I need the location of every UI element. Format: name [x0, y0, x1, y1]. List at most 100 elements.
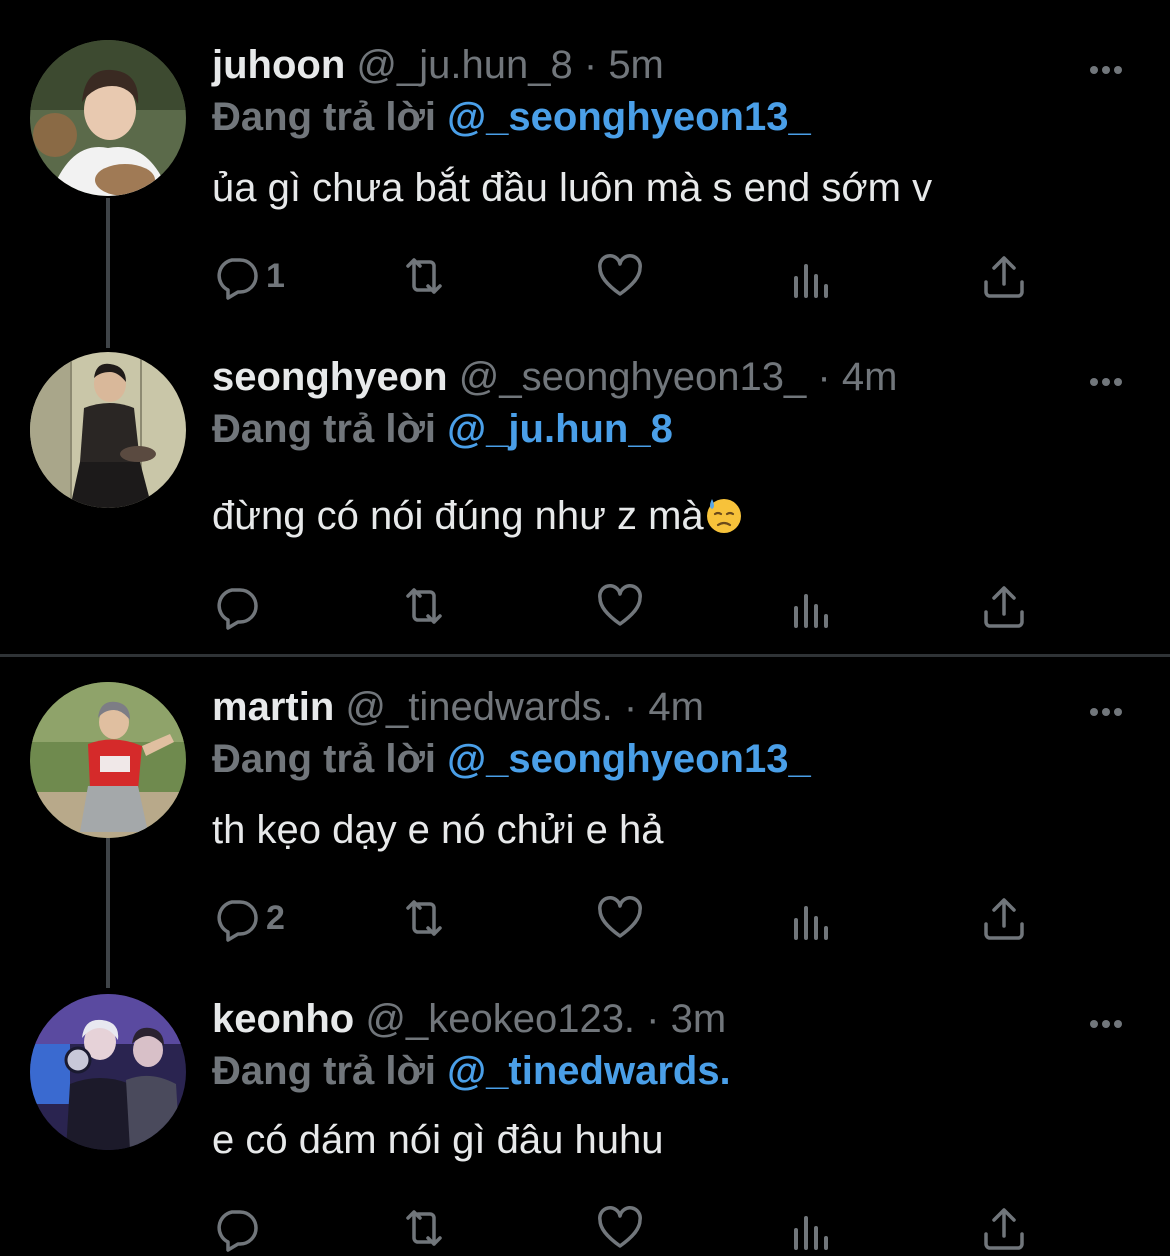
reply-mention-link[interactable]: @_seonghyeon13_ [447, 95, 811, 139]
avatar-photo [30, 682, 186, 838]
user-handle[interactable]: @_keokeo123. [365, 997, 635, 1041]
tweet-header: juhoon @_ju.hun_8 · 5m [212, 40, 664, 90]
reply-icon [217, 258, 258, 300]
avatar[interactable] [30, 40, 186, 196]
more-options-button[interactable] [1078, 44, 1134, 84]
reply-button[interactable] [212, 578, 266, 634]
action-bar: 2 [212, 890, 1062, 946]
separator: · [817, 355, 831, 399]
reply-mention-link[interactable]: @_ju.hun_8 [447, 407, 673, 451]
views-icon [794, 1216, 828, 1250]
views-button[interactable] [788, 890, 836, 946]
display-name[interactable]: martin [212, 685, 334, 729]
tweet-text: đừng có nói đúng như z mà [212, 494, 704, 538]
retweet-button[interactable] [400, 890, 448, 946]
retweet-icon [406, 258, 442, 294]
reply-button[interactable]: 1 [212, 248, 285, 304]
more-options-button[interactable] [1078, 686, 1134, 726]
views-button[interactable] [788, 578, 836, 634]
replying-prefix: Đang trả lời [212, 95, 437, 139]
tweet-text: e có dám nói gì đâu huhu [212, 1118, 664, 1162]
timestamp[interactable]: 4m [648, 685, 704, 729]
user-handle[interactable]: @_tinedwards. [345, 685, 612, 729]
reply-button[interactable]: 2 [212, 890, 285, 946]
retweet-icon [406, 900, 442, 936]
views-button[interactable] [788, 248, 836, 304]
tweet-text-row: đừng có nói đúng như z mà [212, 488, 744, 544]
tweet-header: seonghyeon @_seonghyeon13_ · 4m [212, 352, 897, 402]
reply-mention-link[interactable]: @_tinedwards. [447, 1049, 731, 1093]
views-icon [794, 264, 828, 298]
retweet-icon [406, 588, 442, 624]
share-icon [984, 898, 1024, 940]
display-name[interactable]: keonho [212, 997, 354, 1041]
thread-divider [0, 654, 1170, 657]
more-icon [1090, 66, 1122, 74]
tweet-header: keonho @_keokeo123. · 3m [212, 994, 726, 1044]
separator: · [583, 43, 598, 87]
avatar[interactable] [30, 352, 186, 508]
share-icon [984, 1208, 1024, 1250]
action-bar [212, 1200, 1062, 1256]
user-handle[interactable]: @_ju.hun_8 [356, 43, 572, 87]
like-button[interactable] [596, 248, 644, 304]
avatar[interactable] [30, 682, 186, 838]
avatar-photo [30, 352, 186, 508]
separator: · [646, 997, 660, 1041]
timestamp[interactable]: 3m [671, 997, 727, 1041]
share-button[interactable] [980, 578, 1028, 634]
avatar-photo [30, 994, 186, 1150]
retweet-button[interactable] [400, 578, 448, 634]
timestamp[interactable]: 4m [842, 355, 898, 399]
replying-prefix: Đang trả lời [212, 407, 437, 451]
reply-count: 1 [266, 256, 285, 295]
replying-to: Đang trả lời @_tinedwards. [212, 1044, 731, 1098]
tweet-header: martin @_tinedwards. · 4m [212, 682, 704, 732]
more-icon [1090, 708, 1122, 716]
display-name[interactable]: seonghyeon [212, 355, 448, 399]
reply-icon [217, 588, 258, 630]
reply-mention-link[interactable]: @_seonghyeon13_ [447, 737, 811, 781]
share-icon [984, 586, 1024, 628]
replying-to: Đang trả lời @_seonghyeon13_ [212, 732, 811, 786]
separator: · [623, 685, 638, 729]
reply-button[interactable] [212, 1200, 266, 1256]
action-bar: 1 [212, 248, 1062, 304]
retweet-button[interactable] [400, 1200, 448, 1256]
share-button[interactable] [980, 890, 1028, 946]
replying-to: Đang trả lời @_seonghyeon13_ [212, 90, 811, 144]
like-icon [598, 1206, 642, 1248]
avatar-photo [30, 40, 186, 196]
like-button[interactable] [596, 890, 644, 946]
more-options-button[interactable] [1078, 998, 1134, 1038]
tweet-text: th kẹo dạy e nó chửi e hả [212, 808, 664, 852]
like-icon [598, 896, 642, 938]
like-icon [598, 254, 642, 296]
action-bar [212, 578, 1062, 634]
replying-prefix: Đang trả lời [212, 1049, 437, 1093]
share-icon [984, 256, 1024, 298]
display-name[interactable]: juhoon [212, 43, 345, 87]
share-button[interactable] [980, 248, 1028, 304]
tweet-text: ủa gì chưa bắt đầu luôn mà s end sớm v [212, 166, 933, 210]
views-icon [794, 906, 828, 940]
sweat-emoji-icon [706, 499, 741, 533]
user-handle[interactable]: @_seonghyeon13_ [459, 355, 807, 399]
more-options-button[interactable] [1078, 356, 1134, 396]
replying-prefix: Đang trả lời [212, 737, 437, 781]
more-icon [1090, 1020, 1122, 1028]
retweet-icon [406, 1210, 442, 1246]
reply-count: 2 [266, 898, 285, 937]
reply-icon [217, 1210, 258, 1252]
like-button[interactable] [596, 1200, 644, 1256]
avatar[interactable] [30, 994, 186, 1150]
share-button[interactable] [980, 1200, 1028, 1256]
views-button[interactable] [788, 1200, 836, 1256]
views-icon [794, 594, 828, 628]
retweet-button[interactable] [400, 248, 448, 304]
more-icon [1090, 378, 1122, 386]
like-icon [598, 584, 642, 626]
replying-to: Đang trả lời @_ju.hun_8 [212, 402, 673, 456]
timestamp[interactable]: 5m [608, 43, 664, 87]
like-button[interactable] [596, 578, 644, 634]
